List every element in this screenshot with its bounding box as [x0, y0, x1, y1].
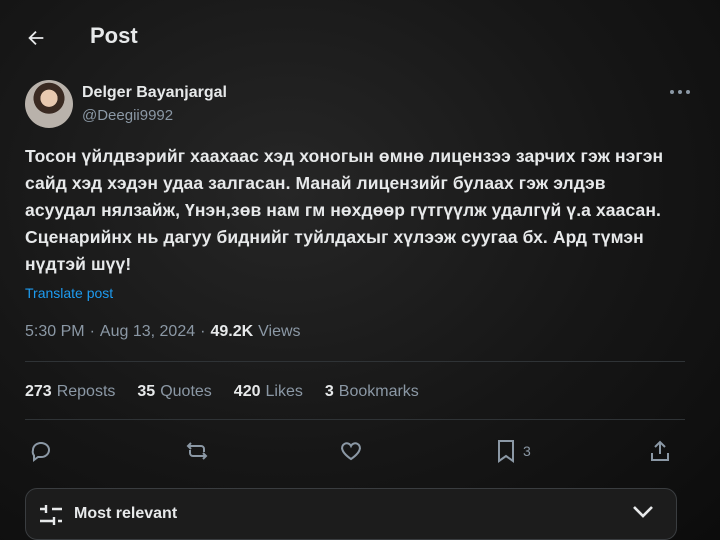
bookmarks-count: 3	[324, 383, 334, 400]
likes-stat[interactable]: 420 Likes	[234, 383, 303, 401]
share-icon	[651, 440, 669, 461]
divider	[25, 419, 685, 420]
page-title: Post	[90, 23, 138, 48]
reposts-label: Reposts	[56, 383, 116, 400]
quotes-stat[interactable]: 35 Quotes	[137, 383, 211, 401]
repost-icon	[186, 442, 208, 460]
separator: ·	[89, 323, 95, 340]
bookmarks-stat[interactable]: 3 Bookmarks	[325, 383, 419, 401]
reply-icon	[31, 442, 50, 462]
more-icon	[670, 90, 690, 94]
post-text-line: нүдтэй шүү!	[25, 254, 132, 274]
sliders-icon	[40, 505, 62, 525]
reply-sort-dropdown[interactable]: Most relevant	[25, 488, 677, 540]
bookmark-button[interactable]: 3	[495, 437, 531, 465]
like-button[interactable]	[339, 437, 363, 465]
author-name[interactable]: Delger Bayanjargal	[82, 84, 227, 102]
translate-post-link[interactable]: Translate post	[25, 285, 113, 301]
heart-icon	[341, 442, 361, 461]
post-author: Delger Bayanjargal @Deegii9992	[25, 80, 695, 132]
share-button[interactable]	[649, 437, 671, 465]
author-handle[interactable]: @Deegii9992	[82, 107, 173, 124]
views-label: Views	[258, 323, 301, 340]
repost-button[interactable]	[185, 437, 209, 465]
likes-label: Likes	[265, 383, 303, 400]
bookmarks-label: Bookmarks	[338, 383, 419, 400]
avatar[interactable]	[25, 80, 73, 128]
post-text-line: Тосон үйлдвэрийг хаахаас хэд хоногын өмн…	[25, 146, 664, 166]
post-text: Тосон үйлдвэрийг хаахаас хэд хоногын өмн…	[25, 143, 685, 278]
reposts-count: 273	[25, 383, 52, 400]
reposts-stat[interactable]: 273 Reposts	[25, 383, 115, 401]
top-bar: Post	[0, 18, 720, 58]
quotes-label: Quotes	[160, 383, 212, 400]
post-stats: 273 Reposts 35 Quotes 420 Likes 3 Bookma…	[25, 383, 419, 401]
post-date[interactable]: Aug 13, 2024	[100, 323, 195, 341]
chevron-down-icon	[633, 506, 653, 518]
post-text-line: сайд хэд хэдэн удаа залгасан. Манай лице…	[25, 173, 606, 193]
divider	[25, 361, 685, 362]
arrow-left-icon	[28, 30, 44, 46]
likes-count: 420	[233, 383, 261, 400]
back-button[interactable]	[22, 24, 50, 52]
bookmark-count: 3	[523, 443, 531, 459]
quotes-count: 35	[137, 383, 156, 400]
bookmark-icon	[498, 440, 514, 463]
reply-button[interactable]	[29, 437, 53, 465]
post-meta: 5:30 PM · Aug 13, 2024 · 49.2K Views	[25, 323, 301, 341]
more-options-button[interactable]	[665, 84, 695, 100]
views-count: 49.2K	[210, 323, 254, 340]
sort-label: Most relevant	[74, 505, 178, 522]
post-time[interactable]: 5:30 PM	[25, 323, 85, 341]
post-text-line: Сценарийнх нь дагуу биднийг туйлдахыг хү…	[25, 227, 644, 247]
action-bar: 3	[25, 437, 685, 467]
separator: ·	[200, 323, 206, 340]
post-text-line: асуудал нялзайж, Үнэн,зөв нам гм нөхдөөр…	[25, 200, 661, 220]
